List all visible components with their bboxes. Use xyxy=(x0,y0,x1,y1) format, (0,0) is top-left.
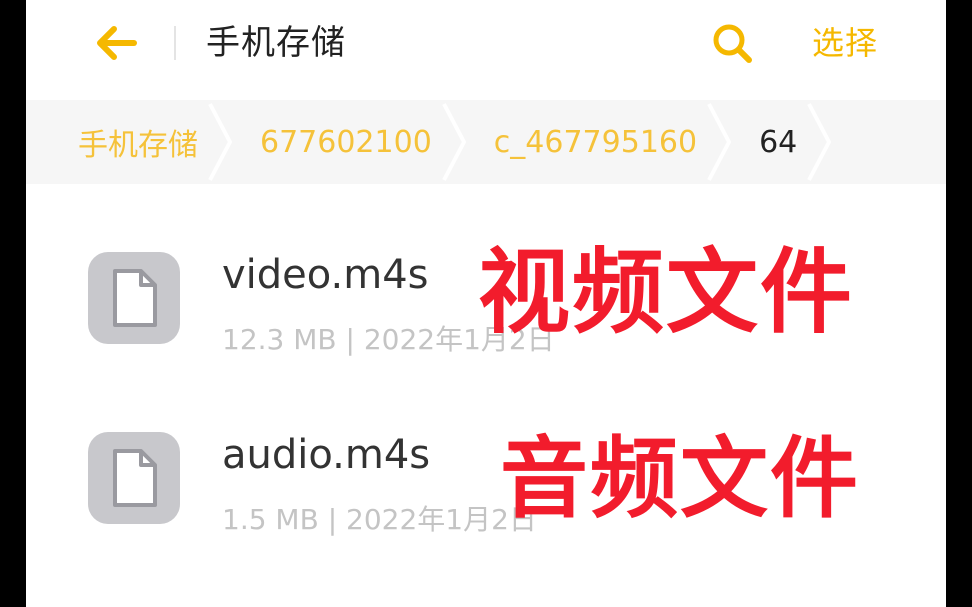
breadcrumb-label: 手机存储 xyxy=(78,128,198,163)
chevron-right-icon xyxy=(208,103,233,181)
chevron-right-icon xyxy=(707,103,732,181)
back-button[interactable] xyxy=(88,18,144,68)
file-icon-wrapper xyxy=(88,252,180,344)
page-title: 手机存储 xyxy=(206,23,346,63)
document-icon xyxy=(113,449,157,507)
arrow-left-icon xyxy=(97,26,137,60)
header-divider xyxy=(174,26,176,60)
file-meta: 1.5 MB | 2022年1月2日 xyxy=(222,503,537,536)
top-bar: 手机存储 选择 xyxy=(26,0,946,100)
chevron-right-icon xyxy=(442,103,467,181)
breadcrumb-item-current[interactable]: 64 xyxy=(759,100,859,184)
breadcrumb-label: 64 xyxy=(759,124,798,160)
search-button[interactable] xyxy=(706,18,758,68)
breadcrumb-item-c467795160[interactable]: c_467795160 xyxy=(494,100,759,184)
document-icon xyxy=(113,269,157,327)
file-name: audio.m4s xyxy=(222,432,431,478)
overlay-label-video: 视频文件 xyxy=(478,239,855,346)
chevron-right-icon xyxy=(807,103,832,181)
breadcrumb-item-phone-storage[interactable]: 手机存储 xyxy=(78,100,260,184)
breadcrumb-label: 677602100 xyxy=(260,124,432,160)
select-button[interactable]: 选择 xyxy=(812,18,878,68)
file-icon-wrapper xyxy=(88,432,180,524)
search-icon xyxy=(713,24,752,63)
file-name: video.m4s xyxy=(222,252,429,298)
breadcrumb-label: c_467795160 xyxy=(493,124,698,160)
file-manager-window: 手机存储 选择 手机存储 677602100 c_467795160 64 vi… xyxy=(26,0,946,607)
breadcrumb: 手机存储 677602100 c_467795160 64 xyxy=(26,100,946,184)
breadcrumb-item-677602100[interactable]: 677602100 xyxy=(260,100,494,184)
overlay-label-audio: 音频文件 xyxy=(500,427,861,530)
